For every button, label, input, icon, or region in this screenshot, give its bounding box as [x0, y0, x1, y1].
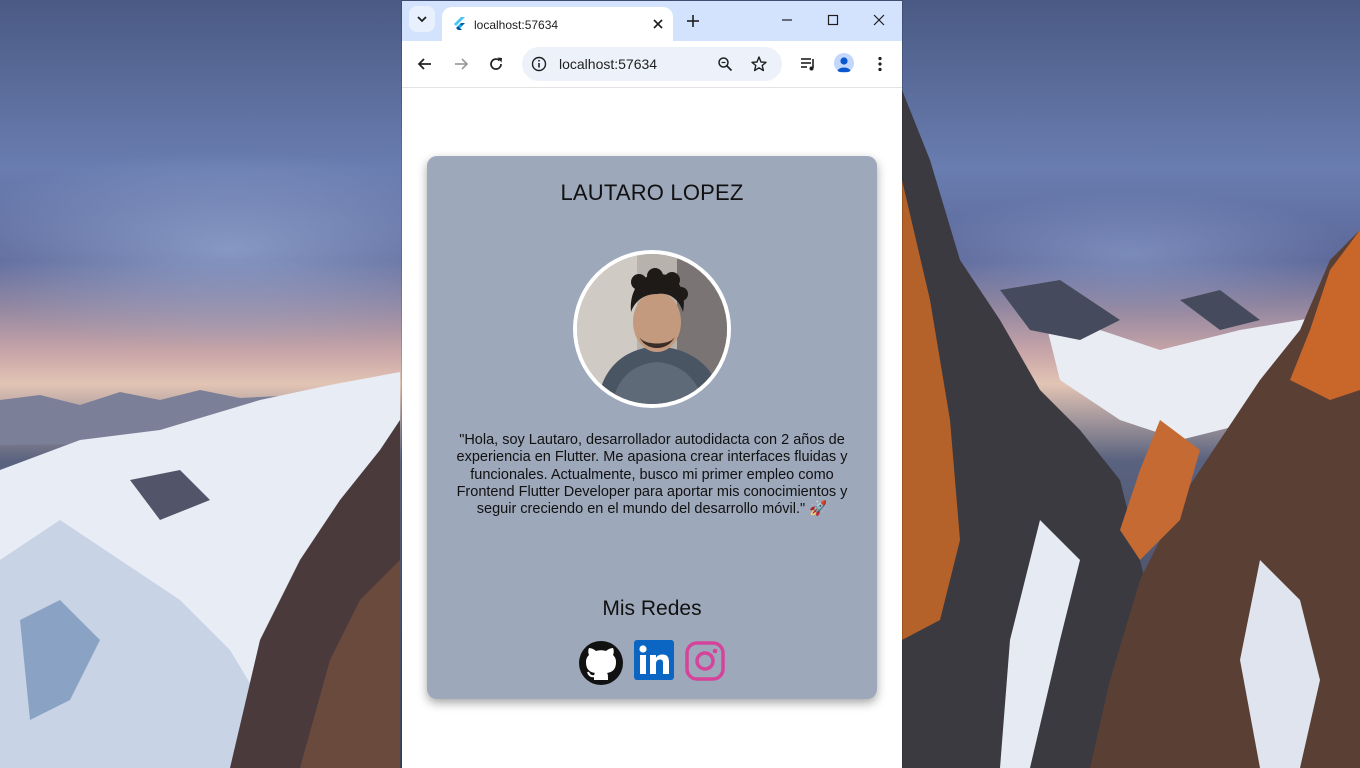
url-text: localhost:57634 — [559, 56, 658, 72]
active-tab[interactable]: localhost:57634 — [442, 7, 673, 41]
media-controls-icon[interactable] — [799, 55, 817, 73]
instagram-icon[interactable] — [684, 640, 726, 682]
site-info-icon[interactable] — [531, 56, 547, 72]
browser-toolbar: localhost:57634 — [402, 41, 902, 88]
bookmark-star-icon[interactable] — [750, 55, 768, 73]
profile-icon — [837, 57, 851, 72]
tab-title: localhost:57634 — [474, 18, 559, 32]
new-tab-icon[interactable] — [685, 13, 701, 29]
page-content: LAUTARO LOPEZ "Hola, soy Lautaro, desarr… — [402, 88, 902, 768]
profile-bio: "Hola, soy Lautaro, desarrollador autodi… — [456, 432, 848, 518]
chevron-down-icon — [417, 16, 427, 23]
profile-avatar[interactable] — [834, 53, 854, 73]
close-tab-icon[interactable] — [650, 16, 666, 32]
zoom-icon[interactable] — [717, 56, 733, 72]
address-bar[interactable]: localhost:57634 — [522, 47, 782, 81]
person-portrait — [577, 254, 727, 404]
linkedin-icon[interactable] — [634, 640, 674, 680]
back-arrow-icon[interactable] — [416, 55, 434, 73]
profile-photo-image — [577, 254, 727, 404]
tab-strip: localhost:57634 — [402, 1, 902, 41]
reload-icon[interactable] — [487, 55, 505, 73]
tab-search-button[interactable] — [409, 6, 435, 32]
profile-photo — [573, 250, 731, 408]
browser-window: localhost:57634 localhost:57634 LAUTARO … — [402, 1, 902, 768]
forward-arrow-icon[interactable] — [452, 55, 470, 73]
minimize-icon[interactable] — [780, 13, 794, 27]
maximize-icon[interactable] — [826, 13, 840, 27]
socials-heading: Mis Redes — [602, 597, 702, 620]
flutter-icon — [454, 17, 465, 30]
profile-name: LAUTARO LOPEZ — [560, 180, 744, 205]
github-icon[interactable] — [578, 640, 624, 686]
close-window-icon[interactable] — [872, 13, 886, 27]
profile-card: LAUTARO LOPEZ "Hola, soy Lautaro, desarr… — [427, 156, 877, 699]
menu-kebab-icon[interactable] — [871, 55, 889, 73]
